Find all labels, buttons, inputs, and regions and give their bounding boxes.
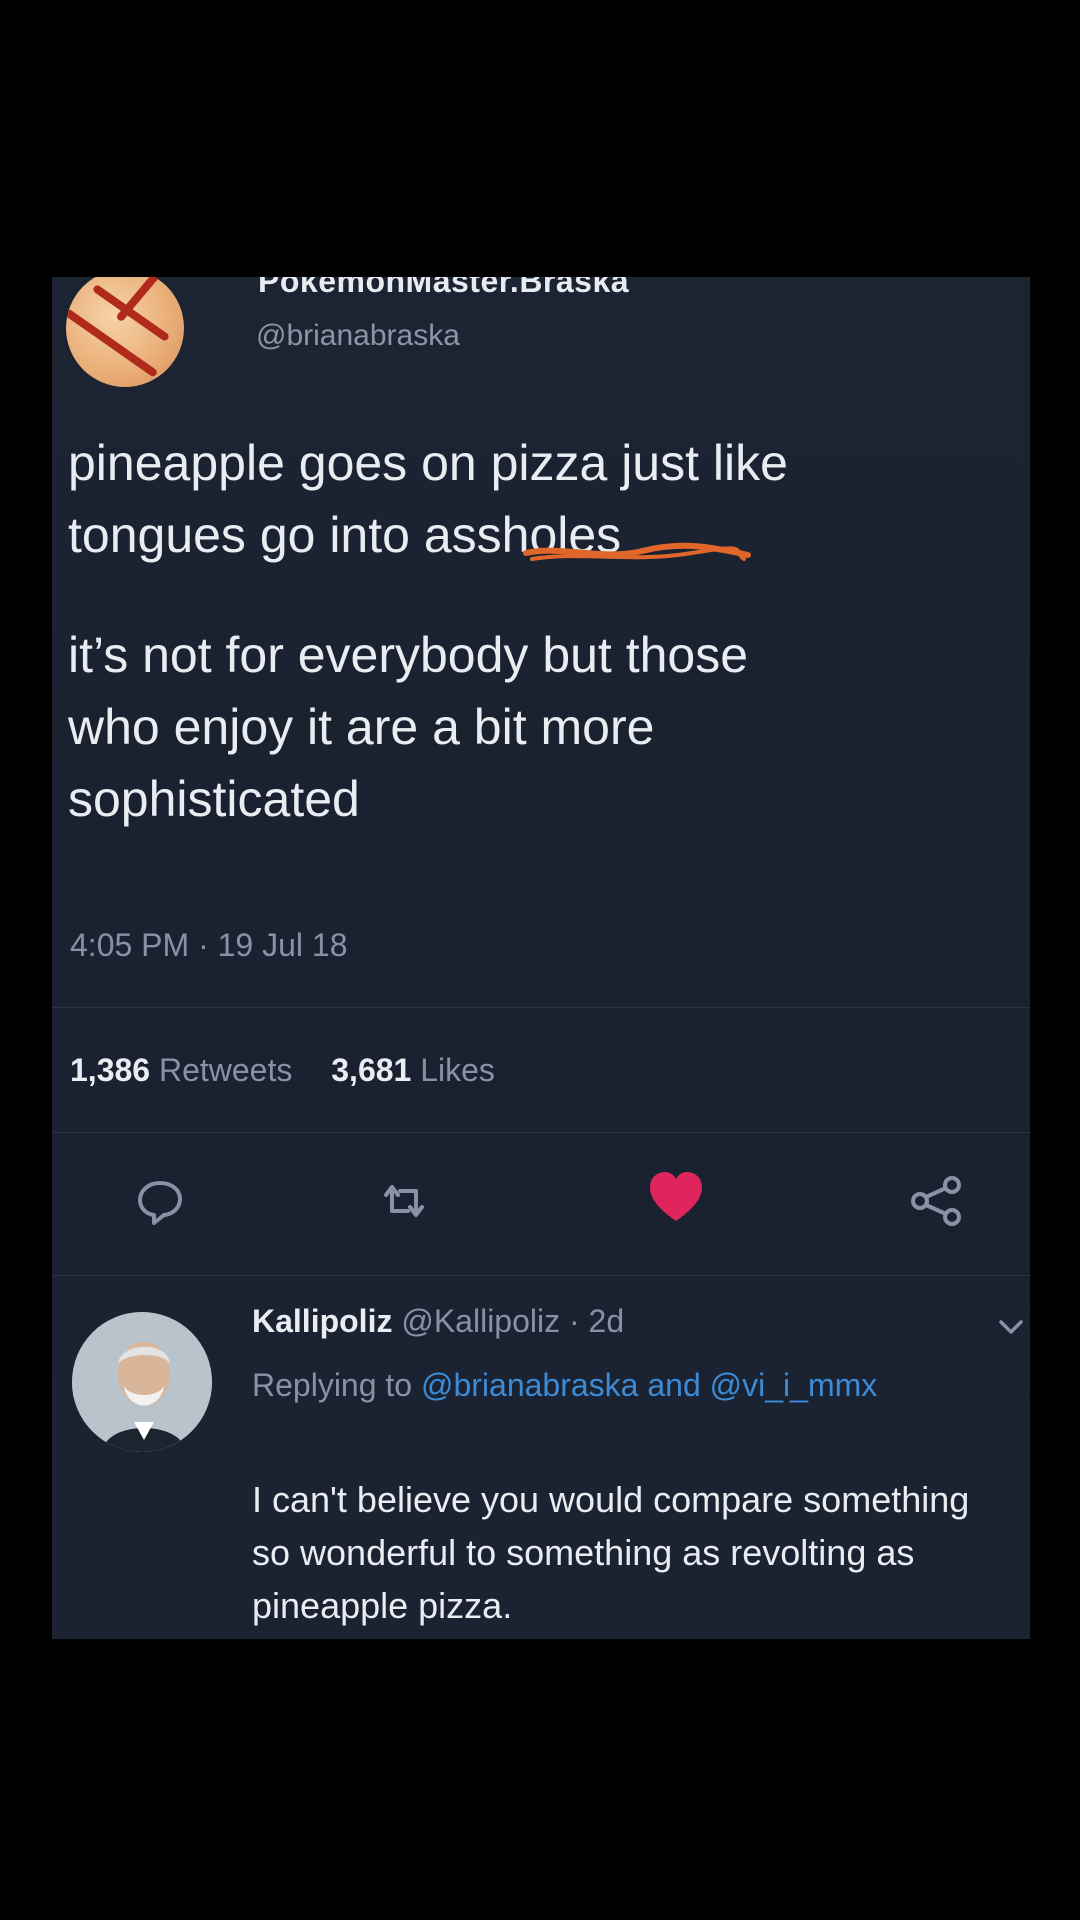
retweet-label[interactable]: Retweets (159, 1052, 292, 1088)
tweet-card: PokemonMaster.Braska @brianabraska pinea… (52, 277, 1030, 1639)
replying-to-mention[interactable]: @brianabraska (421, 1367, 638, 1403)
reply-author-avatar[interactable] (72, 1312, 212, 1452)
retweet-icon (384, 1185, 424, 1217)
reply-age: · 2d (569, 1303, 625, 1339)
divider (52, 1275, 1030, 1276)
divider (52, 1007, 1030, 1008)
tweet-stats: 1,386 Retweets 3,681 Likes (70, 1052, 495, 1089)
tweet-text-line: pineapple goes on pizza just like (68, 435, 788, 491)
reply-text: I can't believe you would compare someth… (252, 1479, 970, 1626)
replying-to: Replying to @brianabraska and @vi_i_mmx (252, 1359, 972, 1411)
reply-button[interactable] (130, 1171, 190, 1231)
retweet-button[interactable] (374, 1171, 434, 1231)
retweet-count[interactable]: 1,386 (70, 1052, 150, 1088)
replying-to-prefix: Replying to (252, 1367, 413, 1403)
replying-to-and: and (647, 1367, 701, 1403)
like-button[interactable] (646, 1167, 706, 1227)
divider (52, 1132, 1030, 1133)
like-count[interactable]: 3,681 (331, 1052, 411, 1088)
reply-author-photo (72, 1312, 212, 1452)
censor-scribble (523, 542, 751, 561)
tweet-timestamp[interactable]: 4:05 PM · 19 Jul 18 (70, 927, 347, 964)
tweet-text-line: who enjoy it are a bit more (68, 699, 655, 755)
tweet-text-line: sophisticated (68, 771, 360, 827)
author-display-name[interactable]: PokemonMaster.Braska (258, 277, 629, 300)
screen: PokemonMaster.Braska @brianabraska pinea… (0, 0, 1080, 1920)
reply-header: Kallipoliz @Kallipoliz · 2d (252, 1303, 624, 1340)
reply-author-handle[interactable]: @Kallipoliz (401, 1303, 560, 1339)
reply-icon (138, 1181, 182, 1225)
heart-icon (650, 1172, 702, 1221)
author-avatar[interactable] (66, 277, 184, 387)
share-button[interactable] (906, 1171, 966, 1231)
tweet-text: pineapple goes on pizza just like tongue… (68, 427, 1008, 835)
author-handle[interactable]: @brianabraska (256, 319, 460, 353)
replying-to-mention[interactable]: @vi_i_mmx (710, 1367, 878, 1403)
like-label[interactable]: Likes (420, 1052, 495, 1088)
tweet-text-line: it’s not for everybody but those (68, 627, 749, 683)
reply-author-name[interactable]: Kallipoliz (252, 1303, 392, 1339)
chevron-down-icon[interactable] (998, 1317, 1024, 1337)
share-icon (911, 1176, 961, 1226)
